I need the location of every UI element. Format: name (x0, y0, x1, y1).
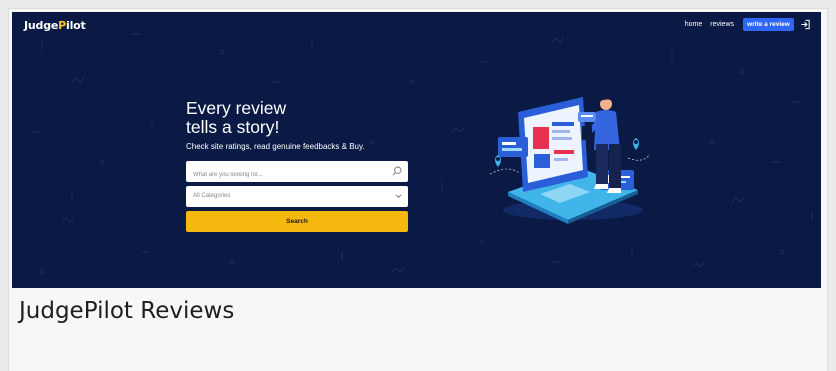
hero-banner: JudgePilot home reviews write a review E… (12, 12, 821, 288)
write-review-button[interactable]: write a review (743, 18, 794, 31)
hero-headline-line1: Every review (186, 98, 287, 118)
page-title: JudgePilot Reviews (19, 298, 235, 324)
category-select-value: All Categories (193, 192, 231, 199)
search-icon[interactable] (392, 166, 402, 176)
background-pattern (32, 33, 813, 275)
hero-headline: Every review tells a story! (186, 99, 386, 137)
top-nav: home reviews write a review (685, 18, 811, 31)
brand-logo-prefix: Judge (24, 19, 59, 32)
nav-reviews-link[interactable]: reviews (710, 21, 734, 28)
category-select[interactable]: All Categories (186, 186, 408, 207)
search-button[interactable]: Search (186, 211, 408, 232)
search-input[interactable] (186, 164, 376, 186)
search-field[interactable] (186, 161, 408, 186)
brand-logo-suffix: ilot (66, 19, 86, 32)
hero-headline-line2: tells a story! (186, 117, 280, 137)
chevron-down-icon (395, 194, 402, 199)
hero-subheadline: Check site ratings, read genuine feedbac… (186, 142, 365, 151)
sign-in-icon[interactable] (800, 19, 811, 30)
brand-logo-highlight: P (58, 19, 67, 32)
person-with-laptop-reviews-illustration (489, 97, 651, 224)
brand-logo[interactable]: JudgePilot (24, 19, 86, 32)
nav-home-link[interactable]: home (685, 21, 703, 28)
